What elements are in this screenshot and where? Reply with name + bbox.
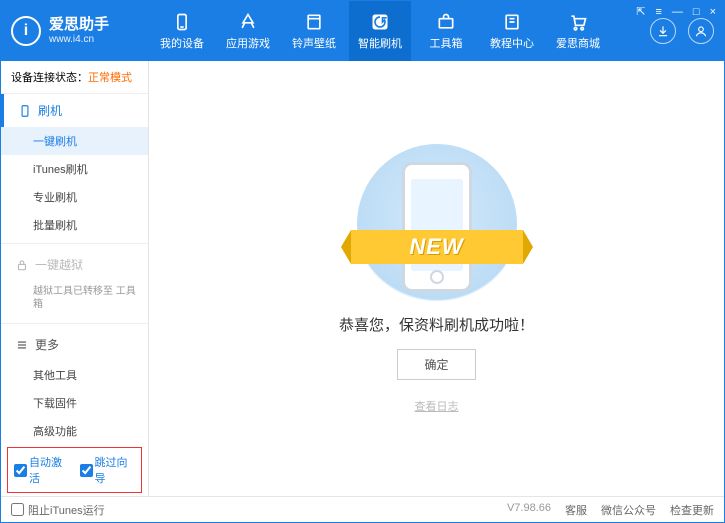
nav-apps[interactable]: 应用游戏 xyxy=(217,1,279,61)
nav-my-device[interactable]: 我的设备 xyxy=(151,1,213,61)
sidebar-item-oneclick-flash[interactable]: 一键刷机 xyxy=(1,127,148,155)
cart-icon xyxy=(568,12,588,32)
nav-store[interactable]: 爱思商城 xyxy=(547,1,609,61)
toolbox-icon xyxy=(436,12,456,32)
sidebar-item-itunes-flash[interactable]: iTunes刷机 xyxy=(1,155,148,183)
success-illustration: NEW xyxy=(357,144,517,304)
menu-icon[interactable]: ≡ xyxy=(655,6,661,18)
main-content: NEW 恭喜您，保资料刷机成功啦！ 确定 查看日志 xyxy=(149,61,724,496)
restore-icon[interactable]: □ xyxy=(693,6,700,18)
bottombar: 阻止iTunes运行 V7.98.66 客服 微信公众号 检查更新 xyxy=(1,496,724,522)
link-support[interactable]: 客服 xyxy=(565,502,587,518)
apps-icon xyxy=(238,12,258,32)
minimize-icon[interactable]: — xyxy=(672,6,683,18)
user-button[interactable] xyxy=(688,18,714,44)
sidebar-item-batch-flash[interactable]: 批量刷机 xyxy=(1,211,148,239)
app-url: www.i4.cn xyxy=(49,34,109,45)
nav-ringtones[interactable]: 铃声壁纸 xyxy=(283,1,345,61)
link-check-update[interactable]: 检查更新 xyxy=(670,502,714,518)
new-banner: NEW xyxy=(351,230,523,264)
checkbox-skip-guide[interactable]: 跳过向导 xyxy=(80,454,136,486)
nav-flash[interactable]: 智能刷机 xyxy=(349,1,411,61)
sidebar-section-jailbreak[interactable]: 一键越狱 xyxy=(1,248,148,281)
sidebar-item-other-tools[interactable]: 其他工具 xyxy=(1,361,148,389)
connection-status: 设备连接状态：正常模式 xyxy=(1,61,148,94)
phone-icon xyxy=(172,12,192,32)
window-controls: ⇱ ≡ — □ × xyxy=(636,5,716,18)
view-log-link[interactable]: 查看日志 xyxy=(415,398,459,414)
link-wechat[interactable]: 微信公众号 xyxy=(601,502,656,518)
main-nav: 我的设备 应用游戏 铃声壁纸 智能刷机 工具箱 教程中心 爱思商城 xyxy=(151,1,642,61)
phone-icon xyxy=(18,104,32,118)
sidebar: 设备连接状态：正常模式 刷机 一键刷机 iTunes刷机 专业刷机 批量刷机 一… xyxy=(1,61,149,496)
lock-icon xyxy=(15,258,29,272)
logo-icon: i xyxy=(11,16,41,46)
user-area xyxy=(650,18,714,44)
close-icon[interactable]: × xyxy=(710,6,716,18)
success-message: 恭喜您，保资料刷机成功啦！ xyxy=(339,314,534,335)
nav-toolbox[interactable]: 工具箱 xyxy=(415,1,477,61)
sidebar-section-more[interactable]: 更多 xyxy=(1,328,148,361)
sidebar-section-flash[interactable]: 刷机 xyxy=(1,94,148,127)
version-label: V7.98.66 xyxy=(507,502,551,518)
options-highlight-box: 自动激活 跳过向导 xyxy=(7,447,142,493)
refresh-icon xyxy=(370,12,390,32)
sidebar-item-advanced[interactable]: 高级功能 xyxy=(1,417,148,445)
checkbox-block-itunes[interactable]: 阻止iTunes运行 xyxy=(11,502,105,518)
app-logo: i 爱思助手 www.i4.cn xyxy=(11,16,151,46)
app-title: 爱思助手 xyxy=(49,17,109,34)
jailbreak-note: 越狱工具已转移至 工具箱 xyxy=(33,285,138,311)
user-icon xyxy=(694,24,708,38)
download-button[interactable] xyxy=(650,18,676,44)
ok-button[interactable]: 确定 xyxy=(397,349,475,380)
titlebar: ⇱ ≡ — □ × i 爱思助手 www.i4.cn 我的设备 应用游戏 铃声壁… xyxy=(1,1,724,61)
wallpaper-icon xyxy=(304,12,324,32)
pin-icon[interactable]: ⇱ xyxy=(636,5,645,18)
list-icon xyxy=(15,338,29,352)
sidebar-item-pro-flash[interactable]: 专业刷机 xyxy=(1,183,148,211)
download-icon xyxy=(656,24,670,38)
checkbox-auto-activate[interactable]: 自动激活 xyxy=(14,454,70,486)
nav-tutorials[interactable]: 教程中心 xyxy=(481,1,543,61)
book-icon xyxy=(502,12,522,32)
sidebar-item-download-firmware[interactable]: 下载固件 xyxy=(1,389,148,417)
